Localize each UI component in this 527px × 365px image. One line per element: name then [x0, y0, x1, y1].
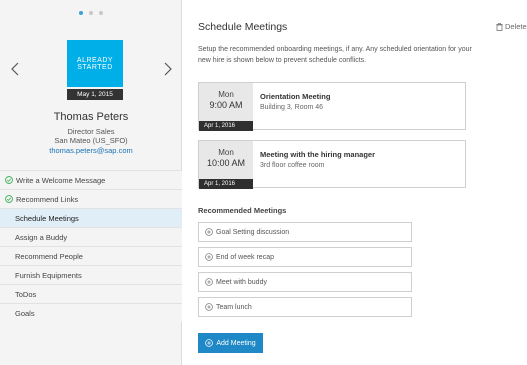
- recommended-meeting-label: Team lunch: [216, 303, 252, 311]
- meeting-day: Mon: [218, 148, 234, 157]
- check-circle-icon: [5, 176, 13, 184]
- nav-item-label: ToDos: [15, 289, 37, 299]
- start-date: May 1, 2015: [67, 89, 123, 100]
- new-hire-panel: ALREADY STARTED May 1, 2015 Thomas Peter…: [0, 0, 182, 365]
- meeting-title: Orientation Meeting: [260, 92, 331, 101]
- badge-line-1: ALREADY: [76, 56, 114, 64]
- nav-item-assign-buddy[interactable]: Assign a Buddy: [0, 227, 182, 246]
- add-circle-icon: [205, 339, 214, 347]
- meeting-when: Mon 9:00 AM Apr 1, 2016: [199, 83, 253, 131]
- nav-item-label: Write a Welcome Message: [16, 175, 106, 185]
- recommended-meeting-goal-setting[interactable]: Goal Setting discussion: [198, 222, 412, 242]
- add-circle-icon: [205, 303, 213, 311]
- recommended-meeting-label: Goal Setting discussion: [216, 228, 290, 236]
- recommended-meeting-team-lunch[interactable]: Team lunch: [198, 297, 412, 317]
- meeting-when: Mon 10:00 AM Apr 1, 2016: [199, 141, 253, 189]
- add-circle-icon: [205, 253, 213, 261]
- person-email-link[interactable]: thomas.peters@sap.com: [0, 146, 182, 155]
- next-arrow-icon[interactable]: [164, 62, 172, 76]
- add-circle-icon: [205, 278, 213, 286]
- previous-arrow-icon[interactable]: [11, 62, 19, 76]
- recommended-meeting-buddy[interactable]: Meet with buddy: [198, 272, 412, 292]
- person-role: Director Sales: [67, 127, 115, 136]
- meeting-title: Meeting with the hiring manager: [260, 150, 376, 159]
- nav-item-recommend-people[interactable]: Recommend People: [0, 246, 182, 265]
- nav-item-recommend-links[interactable]: Recommend Links: [0, 189, 182, 208]
- status-badge: ALREADY STARTED: [67, 40, 123, 87]
- task-nav: Write a Welcome Message Recommend Links …: [0, 170, 182, 322]
- nav-item-label: Furnish Equipments: [15, 270, 82, 280]
- add-meeting-label: Add Meeting: [216, 339, 256, 347]
- carousel-indicator: [0, 11, 182, 15]
- recommended-meeting-label: Meet with buddy: [216, 278, 267, 286]
- delete-button[interactable]: Delete: [496, 22, 527, 31]
- person-name: Thomas Peters: [53, 111, 129, 123]
- carousel-dot[interactable]: [99, 11, 103, 15]
- meeting-date: Apr 1, 2016: [199, 179, 253, 189]
- nav-item-schedule-meetings[interactable]: Schedule Meetings: [0, 208, 182, 227]
- meeting-day: Mon: [218, 90, 234, 99]
- check-circle-icon: [5, 195, 13, 203]
- recommended-meeting-label: End of week recap: [216, 253, 274, 261]
- meeting-time: 10:00 AM: [206, 158, 246, 168]
- add-meeting-button[interactable]: Add Meeting: [198, 333, 263, 353]
- add-circle-icon: [205, 228, 213, 236]
- app-root: ALREADY STARTED May 1, 2015 Thomas Peter…: [0, 0, 527, 365]
- carousel-dot[interactable]: [89, 11, 93, 15]
- nav-item-label: Recommend People: [15, 251, 83, 261]
- nav-item-goals[interactable]: Goals: [0, 303, 182, 322]
- trash-icon: [496, 22, 503, 31]
- nav-item-furnish-equipments[interactable]: Furnish Equipments: [0, 265, 182, 284]
- nav-item-label: Recommend Links: [16, 194, 79, 204]
- badge-line-2: STARTED: [77, 63, 113, 71]
- meeting-time: 9:00 AM: [209, 100, 243, 110]
- recommended-meetings-heading: Recommended Meetings: [198, 206, 287, 215]
- person-location: San Mateo (US_SFO): [54, 136, 128, 145]
- meeting-date: Apr 1, 2016: [199, 121, 253, 131]
- meeting-card[interactable]: Mon 10:00 AM Apr 1, 2016 Meeting with th…: [198, 140, 466, 189]
- meeting-card[interactable]: Mon 9:00 AM Apr 1, 2016 Orientation Meet…: [198, 82, 466, 131]
- nav-item-label: Schedule Meetings: [15, 213, 79, 223]
- nav-item-todos[interactable]: ToDos: [0, 284, 182, 303]
- page-title: Schedule Meetings: [198, 21, 288, 33]
- nav-item-welcome-message[interactable]: Write a Welcome Message: [0, 170, 182, 189]
- meeting-location: 3rd floor coffee room: [260, 162, 325, 169]
- recommended-meeting-week-recap[interactable]: End of week recap: [198, 247, 412, 267]
- meeting-location: Building 3, Room 46: [260, 104, 324, 111]
- page-description: Setup the recommended onboarding meeting…: [198, 46, 472, 64]
- carousel-dot[interactable]: [79, 11, 83, 15]
- delete-label: Delete: [505, 22, 527, 31]
- nav-item-label: Goals: [15, 308, 35, 318]
- nav-item-label: Assign a Buddy: [15, 232, 68, 242]
